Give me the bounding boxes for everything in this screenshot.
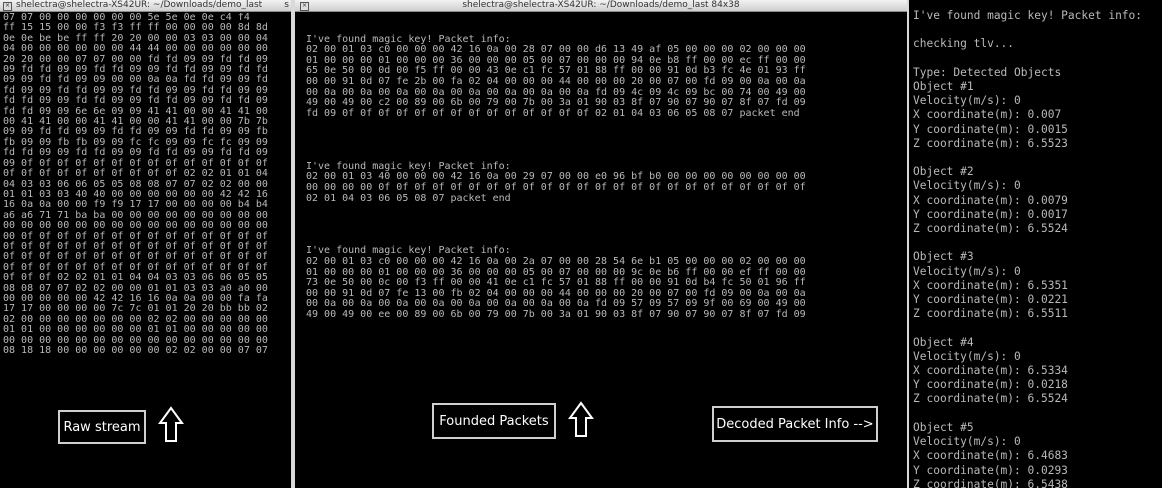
- decoded-info-terminal[interactable]: I've found magic key! Packet info: check…: [909, 0, 1162, 488]
- raw-stream-terminal[interactable]: × shelectra@shelectra-XS42UR: ~/Downloads…: [0, 0, 291, 488]
- up-arrow-icon: [568, 401, 594, 437]
- terminal-window-icon: ×: [300, 2, 309, 11]
- decoded-packet-info-label: Decoded Packet Info -->: [712, 406, 878, 442]
- up-arrow-icon: [158, 406, 184, 442]
- decoded-info-output: I've found magic key! Packet info: check…: [913, 9, 1143, 488]
- raw-stream-title-suffix: s: [284, 0, 289, 10]
- founded-packets-title: shelectra@shelectra-XS42UR: ~/Downloads/…: [462, 0, 740, 10]
- founded-packets-output: I've found magic key! Packet info: 02 00…: [306, 33, 806, 321]
- founded-packets-label: Founded Packets: [432, 403, 556, 439]
- terminal-window-icon: ×: [3, 2, 12, 11]
- founded-packets-terminal[interactable]: × shelectra@shelectra-XS42UR: ~/Download…: [295, 0, 907, 488]
- founded-packets-titlebar[interactable]: × shelectra@shelectra-XS42UR: ~/Download…: [295, 0, 907, 12]
- raw-stream-titlebar[interactable]: × shelectra@shelectra-XS42UR: ~/Downloads…: [0, 0, 291, 12]
- raw-stream-label: Raw stream: [58, 410, 146, 444]
- raw-stream-hex-dump: 07 07 00 00 00 00 00 00 5e 5e 0e 0e c4 f…: [3, 13, 268, 356]
- raw-stream-title: shelectra@shelectra-XS42UR: ~/Downloads/…: [16, 0, 263, 10]
